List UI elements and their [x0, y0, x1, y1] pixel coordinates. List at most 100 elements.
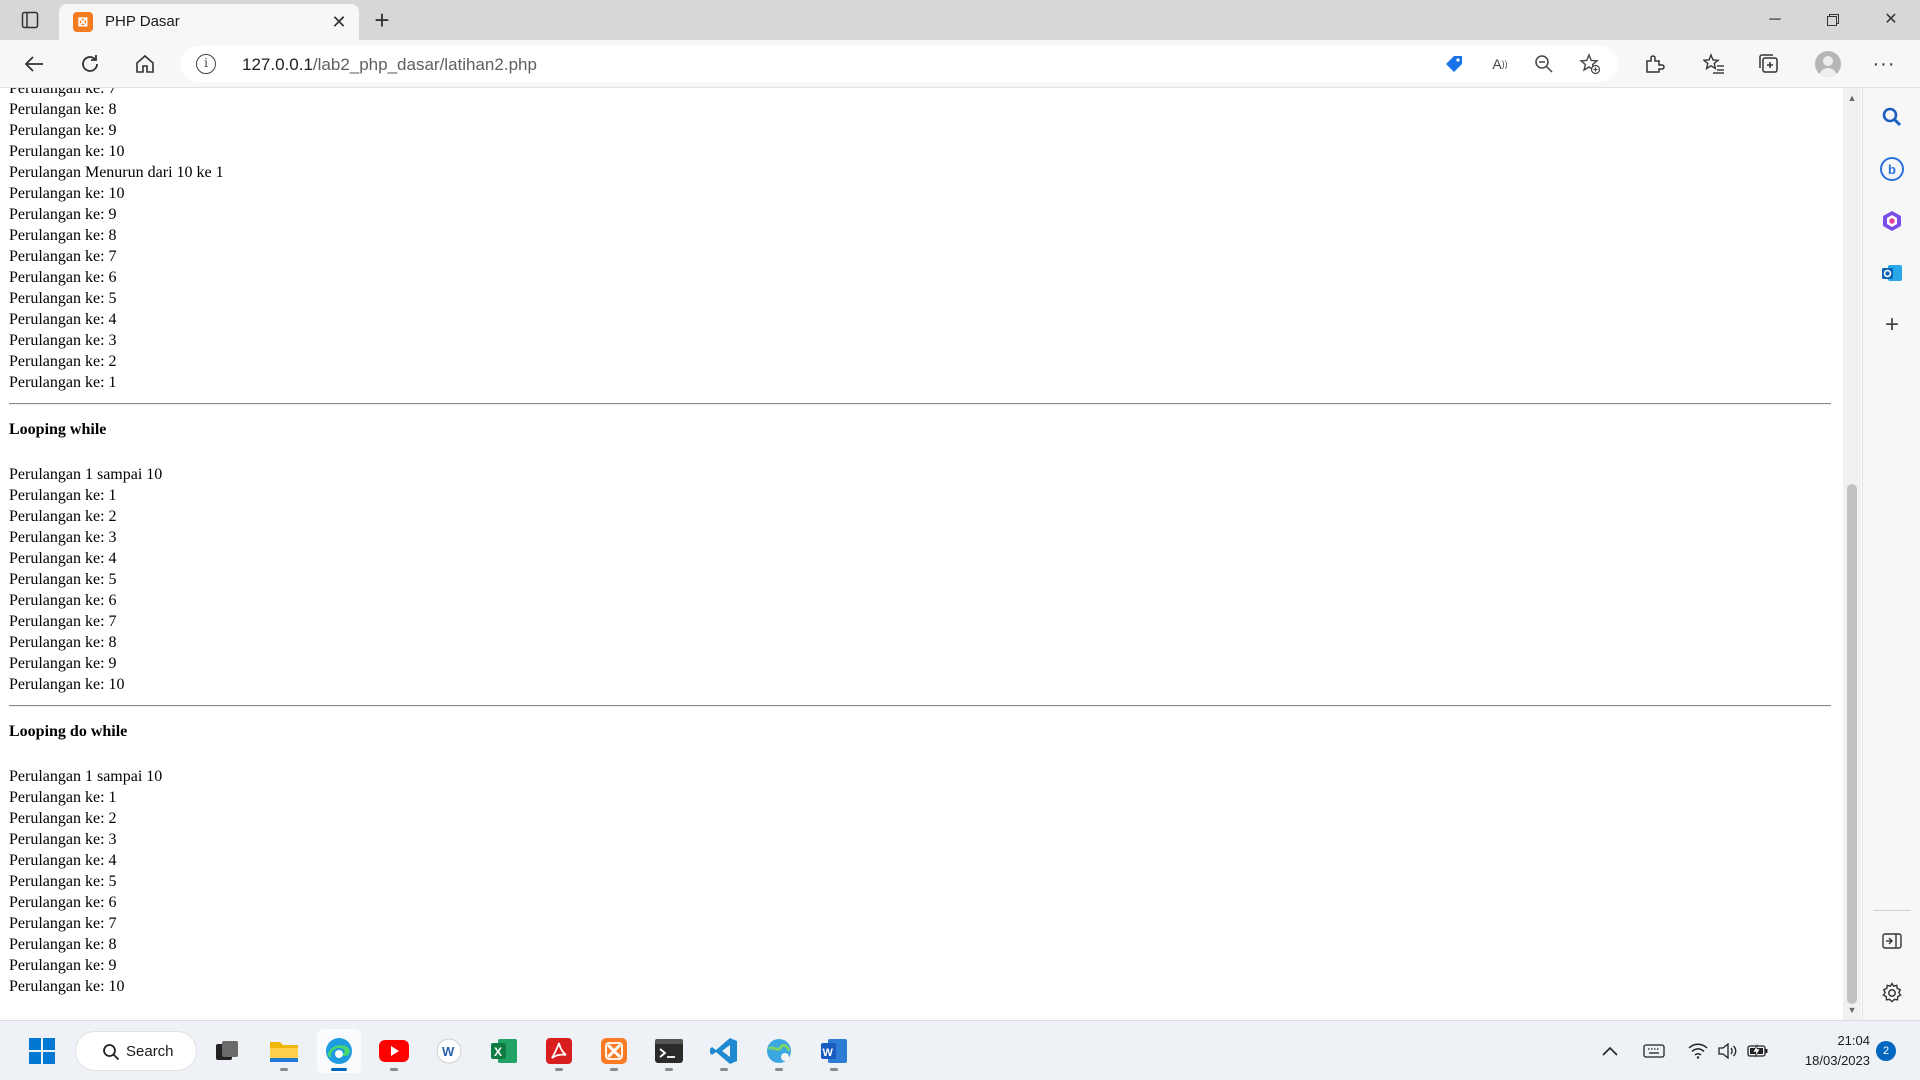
excel-icon[interactable]: X: [482, 1029, 526, 1073]
sidebar-settings-gear-icon[interactable]: [1877, 978, 1907, 1008]
tab-actions-icon[interactable]: [12, 8, 48, 32]
for-line: Perulangan ke: 8: [9, 101, 117, 118]
desc-line: Perulangan ke: 4: [9, 311, 117, 328]
dowhile-loop-output: Perulangan ke: 1 Perulangan ke: 2 Perula…: [9, 787, 1831, 997]
bing-chat-icon[interactable]: b: [1877, 154, 1907, 184]
terminal-icon[interactable]: [647, 1029, 691, 1073]
svg-text:X: X: [494, 1045, 502, 1059]
new-tab-icon[interactable]: +: [368, 6, 396, 34]
for-line: Perulangan ke: 9: [9, 122, 117, 139]
word-reader-icon[interactable]: W: [427, 1029, 471, 1073]
outlook-icon[interactable]: [1877, 258, 1907, 288]
scroll-down-arrow-icon[interactable]: ▼: [1843, 1002, 1861, 1018]
notification-badge[interactable]: 2: [1876, 1041, 1896, 1061]
descending-title: Perulangan Menurun dari 10 ke 1: [9, 164, 224, 181]
while-loop-output: Perulangan ke: 1 Perulangan ke: 2 Perula…: [9, 485, 1831, 695]
dowhile-heading: Looping do while: [9, 723, 128, 740]
desc-line: Perulangan ke: 10: [9, 185, 125, 202]
section-divider: [9, 705, 1831, 707]
youtube-icon[interactable]: [372, 1029, 416, 1073]
profile-avatar[interactable]: [1812, 48, 1844, 80]
acrobat-icon[interactable]: [537, 1029, 581, 1073]
network-tool-icon[interactable]: [757, 1029, 801, 1073]
shopping-tag-icon[interactable]: [1442, 52, 1466, 76]
desc-line: Perulangan ke: 9: [9, 206, 117, 223]
read-aloud-icon[interactable]: A)): [1488, 52, 1512, 76]
start-button[interactable]: [20, 1029, 64, 1073]
desc-line: Perulangan ke: 2: [9, 353, 117, 370]
while-heading: Looping while: [9, 421, 107, 438]
word-icon[interactable]: W: [812, 1029, 856, 1073]
running-indicator: [390, 1068, 398, 1071]
desc-line: Perulangan ke: 1: [9, 374, 117, 391]
xampp-icon[interactable]: [592, 1029, 636, 1073]
wifi-icon[interactable]: [1686, 1039, 1710, 1063]
while-line: Perulangan ke: 5: [9, 571, 117, 588]
page-viewport: Perulangan ke: 7 Perulangan ke: 8 Perula…: [0, 88, 1843, 1020]
restore-icon[interactable]: [1810, 4, 1856, 36]
collections-icon[interactable]: [1753, 48, 1785, 80]
minimize-icon[interactable]: ─: [1752, 4, 1798, 36]
show-hidden-icons-chevron-icon[interactable]: [1598, 1039, 1622, 1063]
edge-browser-icon[interactable]: [317, 1029, 361, 1073]
office-icon[interactable]: [1877, 206, 1907, 236]
for-loop-output: Perulangan ke: 8 Perulangan ke: 9 Perula…: [9, 99, 1831, 162]
refresh-icon[interactable]: [74, 48, 106, 80]
task-view-icon[interactable]: [205, 1029, 249, 1073]
extensions-icon[interactable]: [1638, 48, 1670, 80]
zoom-out-icon[interactable]: [1532, 52, 1556, 76]
dowhile-line: Perulangan ke: 10: [9, 978, 125, 995]
while-line: Perulangan ke: 10: [9, 676, 125, 693]
desc-line: Perulangan ke: 5: [9, 290, 117, 307]
home-icon[interactable]: [129, 48, 161, 80]
while-line: Perulangan ke: 7: [9, 613, 117, 630]
while-line: Perulangan ke: 2: [9, 508, 117, 525]
dowhile-line: Perulangan ke: 4: [9, 852, 117, 869]
volume-icon[interactable]: [1716, 1039, 1740, 1063]
taskbar-search-label: Search: [126, 1043, 174, 1060]
close-tab-icon[interactable]: ✕: [329, 12, 349, 32]
file-explorer-icon[interactable]: [262, 1029, 306, 1073]
while-intro: Perulangan 1 sampai 10: [9, 466, 163, 483]
site-info-icon[interactable]: i: [196, 54, 216, 74]
more-menu-icon[interactable]: ···: [1868, 48, 1900, 80]
while-line: Perulangan ke: 4: [9, 550, 117, 567]
add-sidebar-app-icon[interactable]: +: [1877, 310, 1907, 340]
active-indicator: [331, 1068, 347, 1071]
battery-charging-icon[interactable]: [1746, 1039, 1770, 1063]
running-indicator: [720, 1068, 728, 1071]
while-line: Perulangan ke: 6: [9, 592, 117, 609]
while-line: Perulangan ke: 1: [9, 487, 117, 504]
dowhile-line: Perulangan ke: 6: [9, 894, 117, 911]
url-text[interactable]: 127.0.0.1/lab2_php_dasar/latihan2.php: [242, 55, 537, 75]
section-divider: [9, 403, 1831, 405]
favorites-icon[interactable]: [1698, 48, 1730, 80]
while-line: Perulangan ke: 3: [9, 529, 117, 546]
tab-strip: ⊠ PHP Dasar ✕ + ─ ✕: [0, 0, 1920, 40]
address-bar[interactable]: i 127.0.0.1/lab2_php_dasar/latihan2.php …: [180, 46, 1618, 82]
keyboard-icon[interactable]: [1642, 1039, 1666, 1063]
taskbar-search[interactable]: Search: [75, 1031, 197, 1071]
vertical-scrollbar[interactable]: ▲ ▼: [1843, 88, 1861, 1020]
url-host: 127.0.0.1: [242, 55, 313, 74]
tab-title: PHP Dasar: [105, 13, 180, 30]
active-tab[interactable]: ⊠ PHP Dasar ✕: [59, 4, 359, 40]
hide-sidebar-icon[interactable]: [1877, 926, 1907, 956]
dowhile-line: Perulangan ke: 8: [9, 936, 117, 953]
vscode-icon[interactable]: [702, 1029, 746, 1073]
scrollbar-thumb[interactable]: [1847, 484, 1857, 1004]
scroll-up-arrow-icon[interactable]: ▲: [1843, 90, 1861, 106]
back-arrow-icon[interactable]: [18, 48, 50, 80]
clock-time[interactable]: 21:04: [1810, 1033, 1870, 1048]
for-line: Perulangan ke: 10: [9, 143, 125, 160]
close-window-icon[interactable]: ✕: [1868, 4, 1914, 36]
sidebar-search-icon[interactable]: [1877, 102, 1907, 132]
descending-loop-output: Perulangan ke: 10 Perulangan ke: 9 Perul…: [9, 183, 1831, 393]
running-indicator: [555, 1068, 563, 1071]
desc-line: Perulangan ke: 3: [9, 332, 117, 349]
add-favorite-icon[interactable]: [1578, 52, 1602, 76]
running-indicator: [665, 1068, 673, 1071]
sidebar-divider: [1873, 910, 1911, 911]
clock-date[interactable]: 18/03/2023: [1770, 1053, 1870, 1068]
while-line: Perulangan ke: 8: [9, 634, 117, 651]
